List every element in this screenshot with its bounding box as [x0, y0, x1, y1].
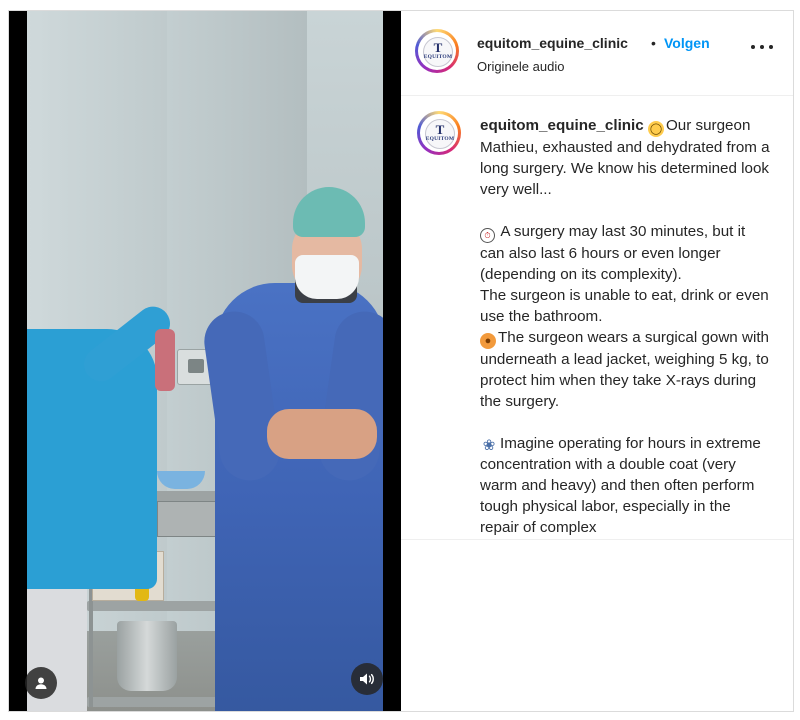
- logo-text: EQUITOM: [423, 54, 453, 60]
- mask-face-emoji: ◯: [647, 121, 664, 137]
- username-link[interactable]: equitom_equine_clinic: [477, 35, 628, 51]
- follow-button[interactable]: Volgen: [664, 35, 710, 51]
- clinic-logo: T EQUITOM: [425, 119, 455, 149]
- hot-face-emoji: ●: [480, 333, 496, 349]
- gloved-hands: [267, 409, 377, 459]
- user-icon[interactable]: [25, 667, 57, 699]
- caption-area: T EQUITOM equitom_equine_clinic ◯ Our surg…: [401, 95, 793, 540]
- caption-line: Imagine operating for hours in extreme c…: [480, 435, 761, 536]
- clinic-logo: T EQUITOM: [423, 37, 453, 67]
- post-modal: T EQUITOM equitom_equine_clinic • Volgen …: [8, 10, 794, 712]
- caption-line: The surgeon is unable to eat, drink or e…: [480, 287, 769, 325]
- caption-line: The surgeon wears a surgical gown with u…: [480, 329, 769, 410]
- stopwatch-emoji: ⏱: [480, 228, 495, 243]
- video-player[interactable]: [9, 11, 401, 711]
- logo-text: EQUITOM: [425, 136, 455, 142]
- more-horizontal-icon[interactable]: [751, 39, 773, 55]
- avatar[interactable]: T EQUITOM: [415, 29, 459, 73]
- post-header: T EQUITOM equitom_equine_clinic • Volgen …: [401, 11, 793, 96]
- caption-line: A surgery may last 30 minutes, but it ca…: [480, 223, 746, 283]
- caption-text: equitom_equine_clinic ◯ Our surgeon Mathi…: [480, 115, 770, 538]
- audio-link[interactable]: Originele audio: [477, 59, 564, 74]
- spray-bottle: [155, 329, 175, 391]
- separator-dot: •: [651, 35, 656, 51]
- video-frame: [27, 11, 383, 711]
- avatar[interactable]: T EQUITOM: [417, 111, 461, 155]
- speaker-icon[interactable]: [351, 663, 383, 695]
- stethoscope-emoji: ❀: [482, 437, 496, 454]
- surgical-mask: [295, 255, 359, 299]
- caption-username[interactable]: equitom_equine_clinic: [480, 117, 644, 134]
- post-sidebar: T EQUITOM equitom_equine_clinic • Volgen …: [401, 11, 793, 711]
